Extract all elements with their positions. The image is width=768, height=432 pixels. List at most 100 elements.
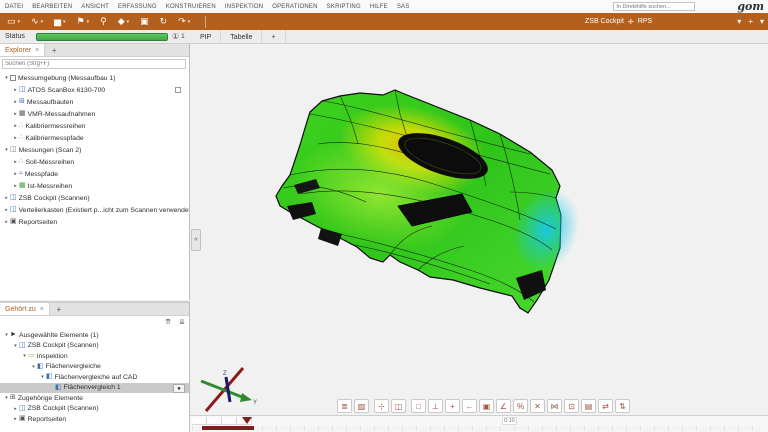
element-tool[interactable]: ◆▾ bbox=[116, 14, 131, 29]
visibility-checkbox[interactable] bbox=[10, 75, 16, 81]
tree-item-flächenvergleiche[interactable]: ▾◧Flächenvergleiche bbox=[0, 362, 189, 373]
tree-item-reportseiten[interactable]: ▸▣Reportseiten bbox=[0, 216, 189, 228]
expand-arrow-icon[interactable]: ▾ bbox=[3, 147, 10, 153]
timeline-range[interactable] bbox=[202, 426, 254, 430]
tree-item-messpfade[interactable]: ▸≈Messpfade bbox=[0, 168, 189, 180]
bounding-box-button[interactable]: □ bbox=[411, 399, 426, 413]
tree-item-kalibriermesspfade[interactable]: ▸∴Kalibriermesspfade bbox=[0, 132, 189, 144]
timeline-marker[interactable] bbox=[242, 417, 252, 424]
expand-arrow-icon[interactable]: ▸ bbox=[12, 159, 19, 165]
dropdown-caret-icon[interactable]: ▾ bbox=[41, 19, 44, 25]
expand-arrow-icon[interactable]: ▸ bbox=[3, 195, 10, 201]
refresh-tool[interactable]: ↻ bbox=[158, 14, 170, 29]
viewport-tab-tabelle[interactable]: Tabelle bbox=[221, 30, 262, 44]
tree-item-reportseiten[interactable]: ▸▣Reportseiten bbox=[0, 414, 189, 425]
section-plane-button[interactable]: ⊥ bbox=[428, 399, 443, 413]
select-mode-button[interactable]: ⊹ bbox=[374, 399, 389, 413]
tree-item-atos-scanbox-6130-700[interactable]: ▸◫ATOS ScanBox 6130-700 bbox=[0, 84, 189, 96]
expand-arrow-icon[interactable]: ▾ bbox=[3, 395, 10, 401]
remove-element-button[interactable]: ✕ bbox=[530, 399, 545, 413]
3d-viewport[interactable]: Z Y « ≣▨⊹◫□⊥+←▣∠%✕⋈⊡▤⇄⇅ bbox=[190, 44, 768, 415]
expand-arrow-icon[interactable]: ▸ bbox=[12, 87, 19, 93]
tree-item-kalibriermessreihen[interactable]: ▸∴Kalibriermessreihen bbox=[0, 120, 189, 132]
explorer-search-input[interactable] bbox=[2, 59, 186, 69]
tree-item-zsb-cockpit-scannen[interactable]: ▾◫ZSB Cockpit (Scannen) bbox=[0, 341, 189, 352]
tree-item-messumgebung-messaufbau-1[interactable]: ▾Messumgebung (Messaufbau 1) bbox=[0, 72, 189, 84]
menu-konstruieren[interactable]: KONSTRUIEREN bbox=[166, 4, 216, 10]
menu-ansicht[interactable]: ANSICHT bbox=[81, 4, 109, 10]
tab-belongs-close-icon[interactable]: × bbox=[40, 306, 44, 313]
add-tab-button[interactable]: + bbox=[45, 44, 63, 56]
flag-tool[interactable]: ⚑▾ bbox=[75, 14, 92, 29]
tab-belongs-to[interactable]: Gehört zu × bbox=[0, 303, 50, 315]
expand-arrow-icon[interactable]: ▾ bbox=[3, 332, 10, 338]
timeline-bar[interactable]: 0:10 bbox=[190, 415, 768, 432]
cad-body-button[interactable]: ▣ bbox=[479, 399, 494, 413]
menu-hilfe[interactable]: HILFE bbox=[370, 4, 388, 10]
dropdown-caret-icon[interactable]: ▾ bbox=[127, 19, 130, 25]
expand-arrow-icon[interactable]: ▸ bbox=[12, 111, 19, 117]
project-view-tab[interactable]: ZSB Cockpit ✛ RPS bbox=[585, 13, 652, 30]
export-button[interactable]: ⊡ bbox=[564, 399, 579, 413]
info-icon[interactable]: ① bbox=[172, 32, 179, 41]
expand-arrow-icon[interactable]: ▸ bbox=[12, 406, 19, 412]
menu-skripting[interactable]: SKRIPTING bbox=[327, 4, 361, 10]
view-add-button[interactable]: + bbox=[748, 17, 753, 26]
expand-arrow-icon[interactable]: ▸ bbox=[12, 183, 19, 189]
tree-item-flächenvergleich-1[interactable]: ◧Flächenvergleich 1● bbox=[0, 383, 189, 394]
compress-button[interactable]: ⋈ bbox=[547, 399, 562, 413]
direct-help-search-input[interactable] bbox=[613, 2, 695, 11]
tree-item-zsb-cockpit-scannen[interactable]: ▸◫ZSB Cockpit (Scannen) bbox=[0, 192, 189, 204]
recalculate-tool[interactable]: ↷▾ bbox=[176, 14, 192, 29]
element-details-button[interactable]: ● bbox=[173, 384, 185, 393]
tree-item-ist-messreihen[interactable]: ▸▦Ist-Messreihen bbox=[0, 180, 189, 192]
expand-all-button[interactable]: ⇊ bbox=[179, 318, 185, 326]
shade-toggle-button[interactable]: ▨ bbox=[354, 399, 369, 413]
add-tab-button[interactable]: + bbox=[50, 303, 68, 315]
view-menu-button[interactable]: ▾ bbox=[760, 17, 764, 26]
selection-tool[interactable]: ▭▾ bbox=[5, 14, 22, 29]
visibility-checkbox[interactable] bbox=[175, 87, 181, 93]
menu-sas[interactable]: SAS bbox=[397, 4, 410, 10]
search-tool[interactable]: ⚲ bbox=[98, 14, 109, 29]
dropdown-caret-icon[interactable]: ▾ bbox=[63, 19, 66, 25]
expand-arrow-icon[interactable]: ▾ bbox=[39, 374, 46, 380]
expand-arrow-icon[interactable]: ▾ bbox=[12, 343, 19, 349]
tree-item-verteilerkasten-existiert-p-icht-zum-scannen-verwendet[interactable]: ▸◫Verteilerkasten (Existiert p...icht zu… bbox=[0, 204, 189, 216]
tree-item-ausgewählte-elemente-1[interactable]: ▾►Ausgewählte Elemente (1) bbox=[0, 330, 189, 341]
transfer-button[interactable]: ⇅ bbox=[615, 399, 630, 413]
expand-arrow-icon[interactable]: ▸ bbox=[12, 171, 19, 177]
collapse-all-button[interactable]: ⇈ bbox=[165, 318, 171, 326]
expand-arrow-icon[interactable]: ▸ bbox=[12, 416, 19, 422]
tree-item-zsb-cockpit-scannen[interactable]: ▸◫ZSB Cockpit (Scannen) bbox=[0, 404, 189, 415]
menu-operationen[interactable]: OPERATIONEN bbox=[272, 4, 317, 10]
tree-item-zugehörige-elemente[interactable]: ▾⊞Zugehörige Elemente bbox=[0, 393, 189, 404]
expand-arrow-icon[interactable]: ▾ bbox=[21, 353, 28, 359]
tree-item-flächenvergleiche-auf-cad[interactable]: ▾◧Flächenvergleiche auf CAD bbox=[0, 372, 189, 383]
compare-view-button[interactable]: ◫ bbox=[391, 399, 406, 413]
menu-bearbeiten[interactable]: BEARBEITEN bbox=[32, 4, 72, 10]
angle-button[interactable]: ∠ bbox=[496, 399, 511, 413]
table-button[interactable]: ▤ bbox=[581, 399, 596, 413]
menu-datei[interactable]: DATEI bbox=[5, 4, 23, 10]
viewport-tab-add-button[interactable]: + bbox=[262, 30, 285, 44]
dropdown-caret-icon[interactable]: ▾ bbox=[18, 19, 21, 25]
expand-arrow-icon[interactable]: ▸ bbox=[12, 135, 19, 141]
tab-explorer-close-icon[interactable]: × bbox=[35, 47, 39, 54]
tree-item-messungen-scan-2[interactable]: ▾◫Messungen (Scan 2) bbox=[0, 144, 189, 156]
diagram-tool[interactable]: ▅▾ bbox=[52, 14, 67, 29]
dropdown-caret-icon[interactable]: ▾ bbox=[188, 19, 191, 25]
panel-collapse-button[interactable]: « bbox=[191, 229, 201, 251]
tree-item-soll-messreihen[interactable]: ▸∴Soll-Messreihen bbox=[0, 156, 189, 168]
tree-item-inspektion[interactable]: ▾▭Inspektion bbox=[0, 351, 189, 362]
point-button[interactable]: + bbox=[445, 399, 460, 413]
menu-erfassung[interactable]: ERFASSUNG bbox=[118, 4, 157, 10]
tree-item-vmr-messaufnahmen[interactable]: ▸▦VMR-Messaufnahmen bbox=[0, 108, 189, 120]
deviation-label-button[interactable]: % bbox=[513, 399, 528, 413]
viewport-tab-pip[interactable]: PIP bbox=[191, 30, 221, 44]
timeline-ruler[interactable] bbox=[192, 426, 762, 431]
expand-arrow-icon[interactable]: ▸ bbox=[12, 123, 19, 129]
view-collapse-button[interactable]: ▾ bbox=[737, 17, 741, 26]
expand-arrow-icon[interactable]: ▾ bbox=[30, 364, 37, 370]
vector-button[interactable]: ← bbox=[462, 399, 477, 413]
